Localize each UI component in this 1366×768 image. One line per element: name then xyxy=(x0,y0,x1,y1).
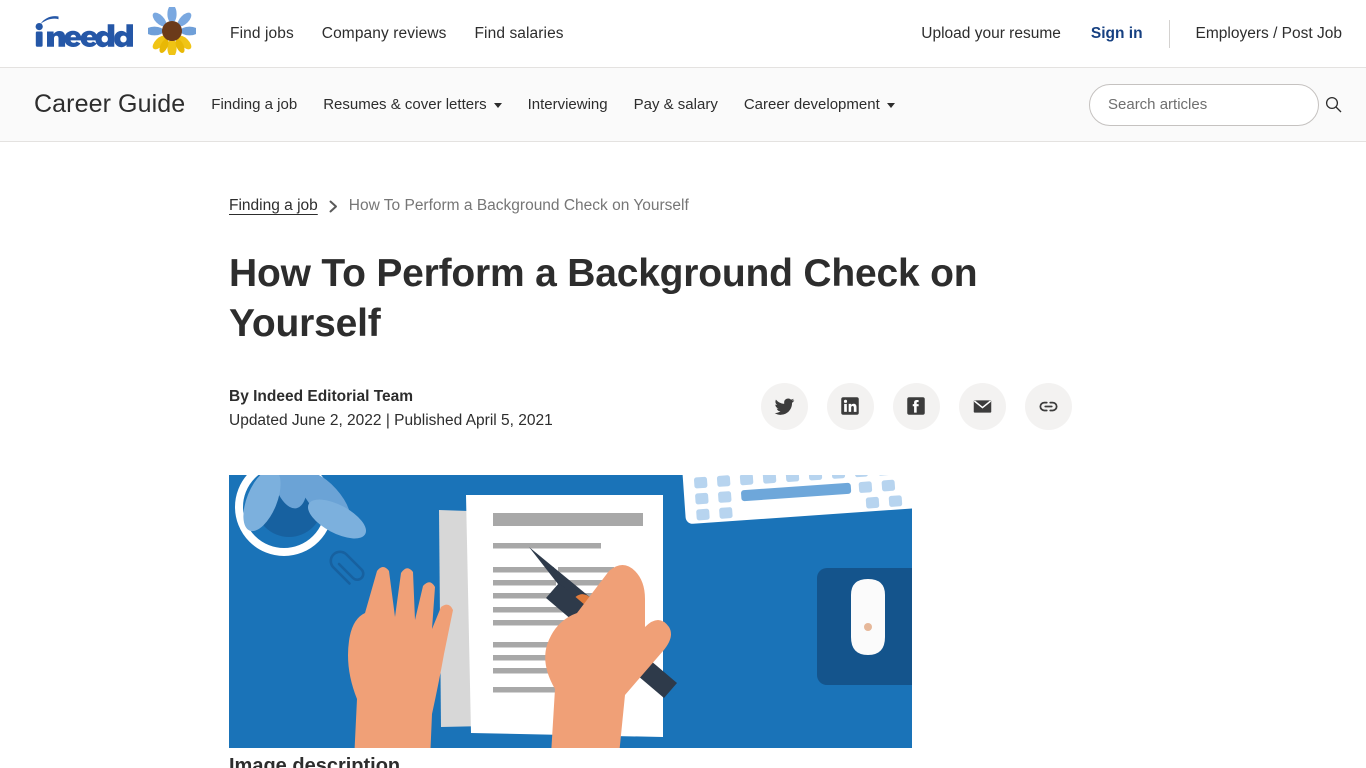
career-guide-nav: Finding a job Resumes & cover letters In… xyxy=(211,96,895,113)
chevron-down-icon xyxy=(886,103,895,108)
career-guide-nav-bar: Career Guide Finding a job Resumes & cov… xyxy=(0,68,1366,142)
breadcrumb-current: How To Perform a Background Check on You… xyxy=(348,197,689,214)
nav-company-reviews[interactable]: Company reviews xyxy=(322,25,447,43)
link-icon xyxy=(1039,401,1058,411)
article-search xyxy=(1089,83,1342,126)
guide-nav-label: Interviewing xyxy=(527,96,608,113)
header-account-nav: Upload your resume Sign in Employers / P… xyxy=(921,19,1342,48)
share-email-button[interactable] xyxy=(958,382,1006,430)
employers-post-job-link[interactable]: Employers / Post Job xyxy=(1196,25,1342,43)
guide-nav-career-development[interactable]: Career development xyxy=(744,96,895,113)
career-guide-title[interactable]: Career Guide xyxy=(34,90,185,119)
share-facebook-button[interactable] xyxy=(892,382,940,430)
article-hero-image xyxy=(229,474,912,748)
byline-author: By Indeed Editorial Team xyxy=(229,387,414,405)
byline-dates: Updated June 2, 2022 | Published April 5… xyxy=(229,411,553,429)
linkedin-icon xyxy=(841,397,859,415)
search-input[interactable] xyxy=(1089,83,1319,126)
share-linkedin-button[interactable] xyxy=(826,382,874,430)
hero-illustration xyxy=(229,474,912,748)
guide-nav-resumes-cover-letters[interactable]: Resumes & cover letters xyxy=(323,96,502,113)
article-meta-row: By Indeed Editorial Team Updated June 2,… xyxy=(229,382,1366,430)
sign-in-link[interactable]: Sign in xyxy=(1091,25,1143,43)
guide-nav-finding-a-job[interactable]: Finding a job xyxy=(211,96,297,113)
page-title: How To Perform a Background Check on You… xyxy=(229,252,978,346)
nav-find-jobs[interactable]: Find jobs xyxy=(230,25,294,43)
email-icon xyxy=(973,399,991,413)
chevron-down-icon xyxy=(493,103,502,108)
share-buttons xyxy=(760,382,1072,430)
guide-nav-label: Pay & salary xyxy=(633,96,718,113)
search-icon[interactable] xyxy=(1325,96,1342,113)
share-twitter-button[interactable] xyxy=(760,382,808,430)
facebook-icon xyxy=(907,397,925,415)
article-container: Finding a job How To Perform a Backgroun… xyxy=(0,142,1366,768)
breadcrumb: Finding a job How To Perform a Backgroun… xyxy=(229,197,1366,215)
breadcrumb-parent-link[interactable]: Finding a job xyxy=(229,197,318,215)
guide-nav-interviewing[interactable]: Interviewing xyxy=(528,96,608,113)
header-divider xyxy=(1168,19,1170,48)
nav-find-salaries[interactable]: Find salaries xyxy=(474,25,563,43)
indeed-wordmark-icon xyxy=(26,14,134,53)
share-link-button[interactable] xyxy=(1024,382,1072,430)
hero-caption: Image description xyxy=(229,754,401,768)
primary-nav: Find jobs Company reviews Find salaries xyxy=(230,25,564,43)
guide-nav-label: Finding a job xyxy=(211,96,298,113)
byline: By Indeed Editorial Team Updated June 2,… xyxy=(229,382,553,430)
chevron-right-icon xyxy=(329,200,338,213)
global-header: Find jobs Company reviews Find salaries … xyxy=(0,0,1366,68)
upload-resume-link[interactable]: Upload your resume xyxy=(921,25,1061,43)
sunflower-icon xyxy=(145,5,199,60)
indeed-logo[interactable] xyxy=(26,5,199,60)
guide-nav-pay-salary[interactable]: Pay & salary xyxy=(634,96,718,113)
guide-nav-label: Resumes & cover letters xyxy=(323,96,487,113)
twitter-icon xyxy=(774,398,794,415)
guide-nav-label: Career development xyxy=(743,96,880,113)
